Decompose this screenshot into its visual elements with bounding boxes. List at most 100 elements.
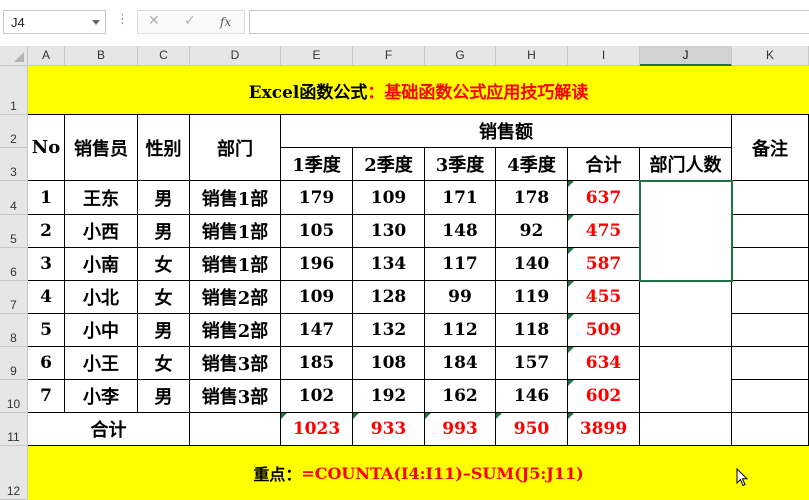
dept-headcount-cell-1[interactable] <box>640 181 732 281</box>
column-header-g[interactable]: G <box>425 46 496 66</box>
cell-q1[interactable]: 102 <box>281 380 353 413</box>
header-department[interactable]: 部门 <box>190 115 281 181</box>
cell-salesperson[interactable]: 王东 <box>65 181 138 215</box>
cell-q1[interactable]: 105 <box>281 215 353 248</box>
header-remarks[interactable]: 备注 <box>732 115 809 181</box>
totals-label[interactable]: 合计 <box>28 413 190 446</box>
header-total[interactable]: 合计 <box>568 148 640 181</box>
cell-remarks[interactable] <box>732 314 809 347</box>
cell-total[interactable]: 455 <box>568 281 640 314</box>
cell-q4[interactable]: 178 <box>496 181 568 215</box>
cell-gender[interactable]: 男 <box>138 215 190 248</box>
row-header-8[interactable]: 8 <box>0 314 28 347</box>
column-header-e[interactable]: E <box>281 46 353 66</box>
column-header-f[interactable]: F <box>353 46 425 66</box>
cell-q1[interactable]: 147 <box>281 314 353 347</box>
cell-q2[interactable]: 134 <box>353 248 425 281</box>
select-all-button[interactable] <box>0 46 28 66</box>
cell-no[interactable]: 7 <box>28 380 65 413</box>
row-header-7[interactable]: 7 <box>0 281 28 314</box>
cell-q4[interactable]: 119 <box>496 281 568 314</box>
title-banner[interactable]: Excel函数公式 ：基础函数公式应用技巧解读 <box>28 66 809 115</box>
totals-remarks[interactable] <box>732 413 809 446</box>
cell-q1[interactable]: 109 <box>281 281 353 314</box>
row-header-5[interactable]: 5 <box>0 215 28 248</box>
cell-no[interactable]: 3 <box>28 248 65 281</box>
cell-q2[interactable]: 128 <box>353 281 425 314</box>
column-header-c[interactable]: C <box>138 46 190 66</box>
cell-salesperson[interactable]: 小中 <box>65 314 138 347</box>
cell-q3[interactable]: 148 <box>425 215 496 248</box>
totals-dept-headcount[interactable] <box>640 413 732 446</box>
cell-gender[interactable]: 男 <box>138 314 190 347</box>
cell-remarks[interactable] <box>732 215 809 248</box>
cell-q3[interactable]: 112 <box>425 314 496 347</box>
header-salesperson[interactable]: 销售员 <box>65 115 138 181</box>
column-header-h[interactable]: H <box>496 46 568 66</box>
formula-input[interactable] <box>249 10 809 34</box>
dept-headcount-cell-2[interactable] <box>640 281 732 347</box>
cell-gender[interactable]: 男 <box>138 181 190 215</box>
cell-salesperson[interactable]: 小西 <box>65 215 138 248</box>
footer-banner[interactable]: 重点： =COUNTA(I4:I11)–SUM(J5:J11) <box>28 446 809 500</box>
header-sales-amount[interactable]: 销售额 <box>281 115 732 148</box>
cell-total[interactable]: 634 <box>568 347 640 380</box>
cell-department[interactable]: 销售2部 <box>190 281 281 314</box>
column-header-a[interactable]: A <box>28 46 65 66</box>
cell-q4[interactable]: 157 <box>496 347 568 380</box>
cell-q1[interactable]: 196 <box>281 248 353 281</box>
cell-q4[interactable]: 140 <box>496 248 568 281</box>
chevron-down-icon[interactable] <box>92 20 100 25</box>
insert-function-icon[interactable]: fx <box>220 15 231 29</box>
enter-icon[interactable]: ✓ <box>184 13 196 29</box>
column-header-b[interactable]: B <box>65 46 138 66</box>
cell-remarks[interactable] <box>732 181 809 215</box>
cell-remarks[interactable] <box>732 248 809 281</box>
cell-total[interactable]: 637 <box>568 181 640 215</box>
header-q4[interactable]: 4季度 <box>496 148 568 181</box>
row-header-1[interactable]: 1 <box>0 66 28 115</box>
cell-q2[interactable]: 130 <box>353 215 425 248</box>
cell-total[interactable]: 475 <box>568 215 640 248</box>
row-header-11[interactable]: 11 <box>0 413 28 446</box>
cell-total[interactable]: 602 <box>568 380 640 413</box>
totals-q4[interactable]: 950 <box>496 413 568 446</box>
cell-q4[interactable]: 146 <box>496 380 568 413</box>
cell-no[interactable]: 2 <box>28 215 65 248</box>
name-box[interactable]: J4 <box>3 10 106 34</box>
cell-department[interactable]: 销售1部 <box>190 181 281 215</box>
cell-gender[interactable]: 男 <box>138 380 190 413</box>
cell-department[interactable]: 销售3部 <box>190 347 281 380</box>
cell-department[interactable]: 销售1部 <box>190 215 281 248</box>
cell-q2[interactable]: 192 <box>353 380 425 413</box>
cell-q2[interactable]: 132 <box>353 314 425 347</box>
cell-q1[interactable]: 185 <box>281 347 353 380</box>
cell-q3[interactable]: 162 <box>425 380 496 413</box>
row-header-6[interactable]: 6 <box>0 248 28 281</box>
cell-no[interactable]: 1 <box>28 181 65 215</box>
cell-no[interactable]: 4 <box>28 281 65 314</box>
cell-gender[interactable]: 女 <box>138 347 190 380</box>
totals-q1[interactable]: 1023 <box>281 413 353 446</box>
cell-q2[interactable]: 109 <box>353 181 425 215</box>
totals-q3[interactable]: 993 <box>425 413 496 446</box>
cell-q2[interactable]: 108 <box>353 347 425 380</box>
cell-q3[interactable]: 171 <box>425 181 496 215</box>
cell-no[interactable]: 6 <box>28 347 65 380</box>
cancel-icon[interactable]: ✕ <box>148 13 160 29</box>
cell-q4[interactable]: 92 <box>496 215 568 248</box>
cell-no[interactable]: 5 <box>28 314 65 347</box>
cell-total[interactable]: 509 <box>568 314 640 347</box>
totals-department[interactable] <box>190 413 281 446</box>
header-no[interactable]: No <box>28 115 65 181</box>
cell-remarks[interactable] <box>732 281 809 314</box>
cell-salesperson[interactable]: 小李 <box>65 380 138 413</box>
header-gender[interactable]: 性别 <box>138 115 190 181</box>
cell-q3[interactable]: 184 <box>425 347 496 380</box>
row-header-12[interactable]: 12 <box>0 446 28 500</box>
cell-salesperson[interactable]: 小南 <box>65 248 138 281</box>
row-header-2[interactable]: 2 <box>0 115 28 148</box>
header-q2[interactable]: 2季度 <box>353 148 425 181</box>
header-q1[interactable]: 1季度 <box>281 148 353 181</box>
row-header-4[interactable]: 4 <box>0 181 28 215</box>
